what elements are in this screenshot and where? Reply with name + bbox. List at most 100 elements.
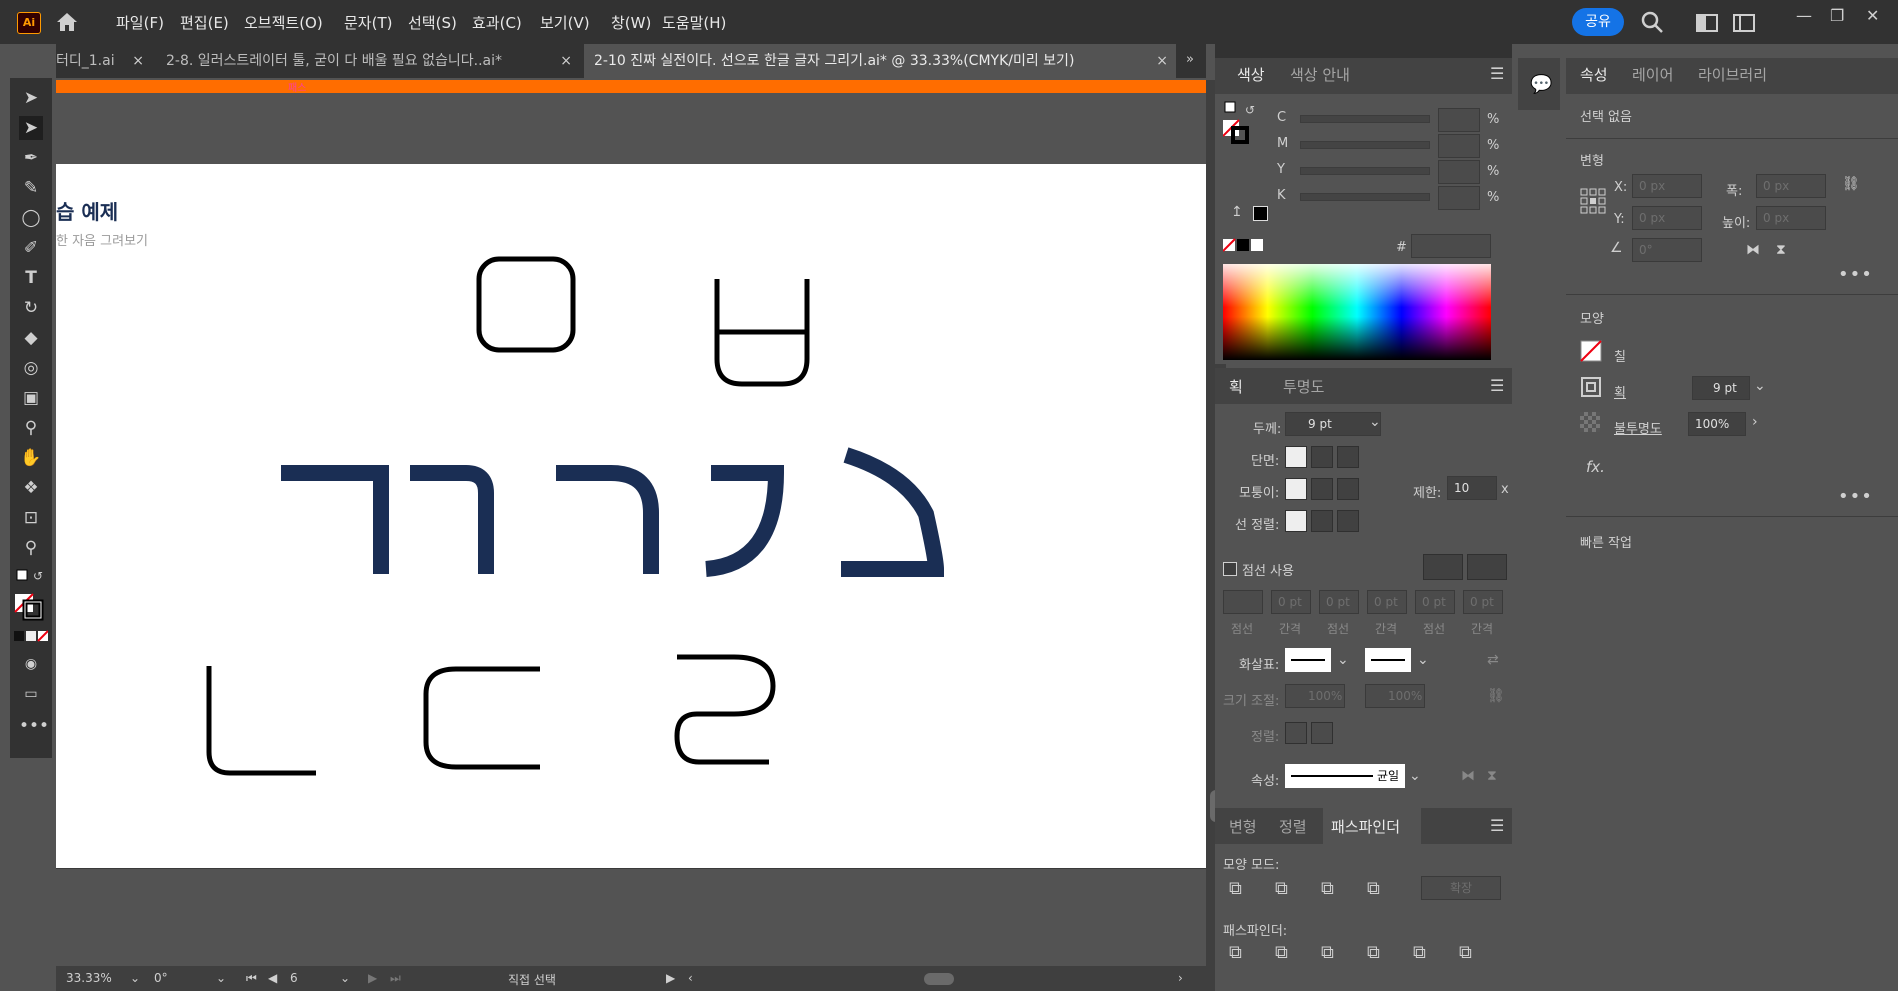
more-tools-icon[interactable]: ••• (19, 714, 49, 738)
w-input[interactable]: 0 px (1756, 174, 1826, 198)
gradient-tool-icon[interactable]: ▣ (19, 386, 43, 410)
constrain-proportions-icon[interactable]: ⛓ (1842, 176, 1860, 192)
gap-1-input[interactable]: 0 pt (1271, 590, 1311, 614)
c-input[interactable] (1438, 108, 1480, 132)
exclude-icon[interactable]: ⧉ (1367, 878, 1380, 899)
close-icon[interactable]: ✕ (1866, 6, 1879, 25)
scroll-left-icon[interactable]: ‹ (688, 971, 693, 985)
menu-type[interactable]: 문자(T) (344, 12, 392, 33)
tab-document-1[interactable]: 터디_1.ai × (56, 44, 152, 78)
pen-tool-icon[interactable]: ✒ (19, 146, 43, 170)
restore-icon[interactable]: ❐ (1830, 6, 1844, 25)
bevel-join-icon[interactable] (1337, 478, 1359, 500)
brush-tool-icon[interactable]: ✐ (19, 236, 43, 260)
more-tabs-icon[interactable]: » (1186, 52, 1194, 67)
artboard[interactable]: 습 예제 한 자음 그려보기 (56, 164, 1206, 868)
stroke-weight-input[interactable]: 9 pt (1692, 376, 1750, 400)
tab-properties[interactable]: 속성 (1580, 64, 1608, 85)
minimize-icon[interactable]: — (1796, 6, 1812, 25)
tab-document-active[interactable]: 2-10 진짜 실전이다. 선으로 한글 글자 그리기.ai* @ 33.33%… (584, 44, 1176, 78)
fill-stroke-swatch-icon[interactable]: ↺ (13, 566, 49, 622)
zoom-tool-icon[interactable]: ⚲ (19, 536, 43, 560)
c-slider[interactable] (1300, 115, 1430, 123)
home-icon[interactable] (54, 10, 80, 34)
artboard-tool-icon[interactable]: ⊡ (19, 506, 43, 530)
artboard-dropdown-icon[interactable]: ⌄ (340, 971, 350, 985)
end-scale-input[interactable]: 100% (1365, 684, 1425, 708)
letter-giyeok-2[interactable] (410, 465, 494, 574)
first-artboard-icon[interactable]: ⏮ (246, 971, 257, 986)
flip-vertical-icon[interactable]: ⧗ (1776, 242, 1786, 258)
shape-builder-tool-icon[interactable]: ◎ (19, 356, 43, 380)
minus-back-icon[interactable]: ⧉ (1459, 942, 1472, 963)
draw-mode-icon[interactable]: ◉ (19, 652, 43, 676)
unite-icon[interactable]: ⧉ (1229, 878, 1242, 899)
miter-join-icon[interactable] (1285, 478, 1307, 500)
none-black-white-swatches[interactable] (1223, 238, 1267, 252)
profile-dropdown-icon[interactable]: ⌄ (1409, 768, 1421, 784)
stroke-swatch[interactable] (1580, 376, 1602, 398)
end-arrow-dropdown-icon[interactable]: ⌄ (1417, 652, 1429, 668)
menu-edit[interactable]: 편집(E) (180, 12, 229, 33)
minus-front-icon[interactable]: ⧉ (1275, 878, 1288, 899)
artwork-letters[interactable] (56, 164, 1206, 868)
letter-ieung[interactable] (476, 256, 576, 353)
share-button[interactable]: 공유 (1572, 8, 1624, 36)
selection-tool-icon[interactable]: ➤ (19, 86, 43, 110)
menu-select[interactable]: 선택(S) (408, 12, 457, 33)
angle-input[interactable]: 0° (1632, 238, 1702, 262)
start-arrow-select[interactable] (1285, 648, 1331, 672)
end-arrow-select[interactable] (1365, 648, 1411, 672)
tab-transform[interactable]: 변형 (1229, 816, 1257, 837)
y-slider[interactable] (1300, 167, 1430, 175)
intersect-icon[interactable]: ⧉ (1321, 878, 1334, 899)
tab-document-2[interactable]: 2-8. 일러스트레이터 툴, 굳이 다 배울 필요 없습니다..ai* × (156, 44, 580, 78)
link-scale-icon[interactable]: ⛓ (1487, 688, 1505, 704)
stroke-label[interactable]: 획 (1614, 382, 1626, 401)
opacity-arrow-icon[interactable]: › (1752, 414, 1758, 430)
arrow-tip-beyond-icon[interactable] (1285, 722, 1307, 744)
fill-none-swatch[interactable] (1580, 340, 1602, 362)
panel-menu-icon[interactable]: ☰ (1490, 376, 1504, 395)
panel-menu-icon[interactable]: ☰ (1490, 64, 1504, 83)
profile-select[interactable]: 균일 (1285, 764, 1405, 788)
arrange-docs-icon[interactable] (1733, 14, 1755, 32)
ellipse-tool-icon[interactable]: ◯ (19, 206, 43, 230)
dash-3-input[interactable]: 0 pt (1415, 590, 1455, 614)
m-input[interactable] (1438, 134, 1480, 158)
tab-stroke[interactable]: 획 (1229, 376, 1243, 397)
letter-digeut[interactable] (423, 666, 540, 770)
letter-nieun[interactable] (206, 666, 316, 776)
flip-horizontal-icon[interactable]: ⧓ (1746, 242, 1760, 258)
weight-input[interactable]: 9 pt (1285, 412, 1381, 436)
menu-view[interactable]: 보기(V) (540, 12, 590, 33)
menu-effect[interactable]: 효과(C) (472, 12, 522, 33)
zoom-dropdown-icon[interactable]: ⌄ (130, 971, 140, 985)
k-slider[interactable] (1300, 193, 1430, 201)
limit-input[interactable]: 10 (1447, 476, 1497, 500)
tab-layers[interactable]: 레이어 (1632, 64, 1673, 85)
dash-align-corners-icon[interactable] (1423, 554, 1463, 580)
eraser-tool-icon[interactable]: ◆ (19, 326, 43, 350)
close-tab-icon[interactable]: × (1156, 44, 1168, 78)
flip-across-icon[interactable]: ⧗ (1487, 768, 1497, 784)
next-artboard-icon[interactable]: ▶ (368, 971, 377, 985)
out-of-gamut-icon[interactable]: ↥ (1231, 204, 1243, 220)
crop-icon[interactable]: ⧉ (1367, 942, 1380, 963)
dash-exact-icon[interactable] (1467, 554, 1507, 580)
arrow-tip-at-end-icon[interactable] (1311, 722, 1333, 744)
h-input[interactable]: 0 px (1756, 206, 1826, 230)
menu-window[interactable]: 창(W) (611, 12, 651, 33)
x-input[interactable]: 0 px (1632, 174, 1702, 198)
artboard-number[interactable]: 6 (290, 971, 298, 985)
fx-button[interactable]: fx. (1586, 458, 1605, 476)
letter-bieup[interactable] (714, 279, 810, 387)
hex-input[interactable] (1411, 234, 1491, 258)
color-spectrum[interactable] (1223, 264, 1491, 360)
color-mode-icons[interactable] (14, 630, 48, 642)
prev-artboard-icon[interactable]: ◀ (268, 971, 277, 985)
fill-stroke-swatch-icon[interactable]: ↺ (1223, 100, 1263, 146)
projecting-cap-icon[interactable] (1337, 446, 1359, 468)
start-arrow-dropdown-icon[interactable]: ⌄ (1337, 652, 1349, 668)
zoom-value[interactable]: 33.33% (66, 971, 112, 985)
